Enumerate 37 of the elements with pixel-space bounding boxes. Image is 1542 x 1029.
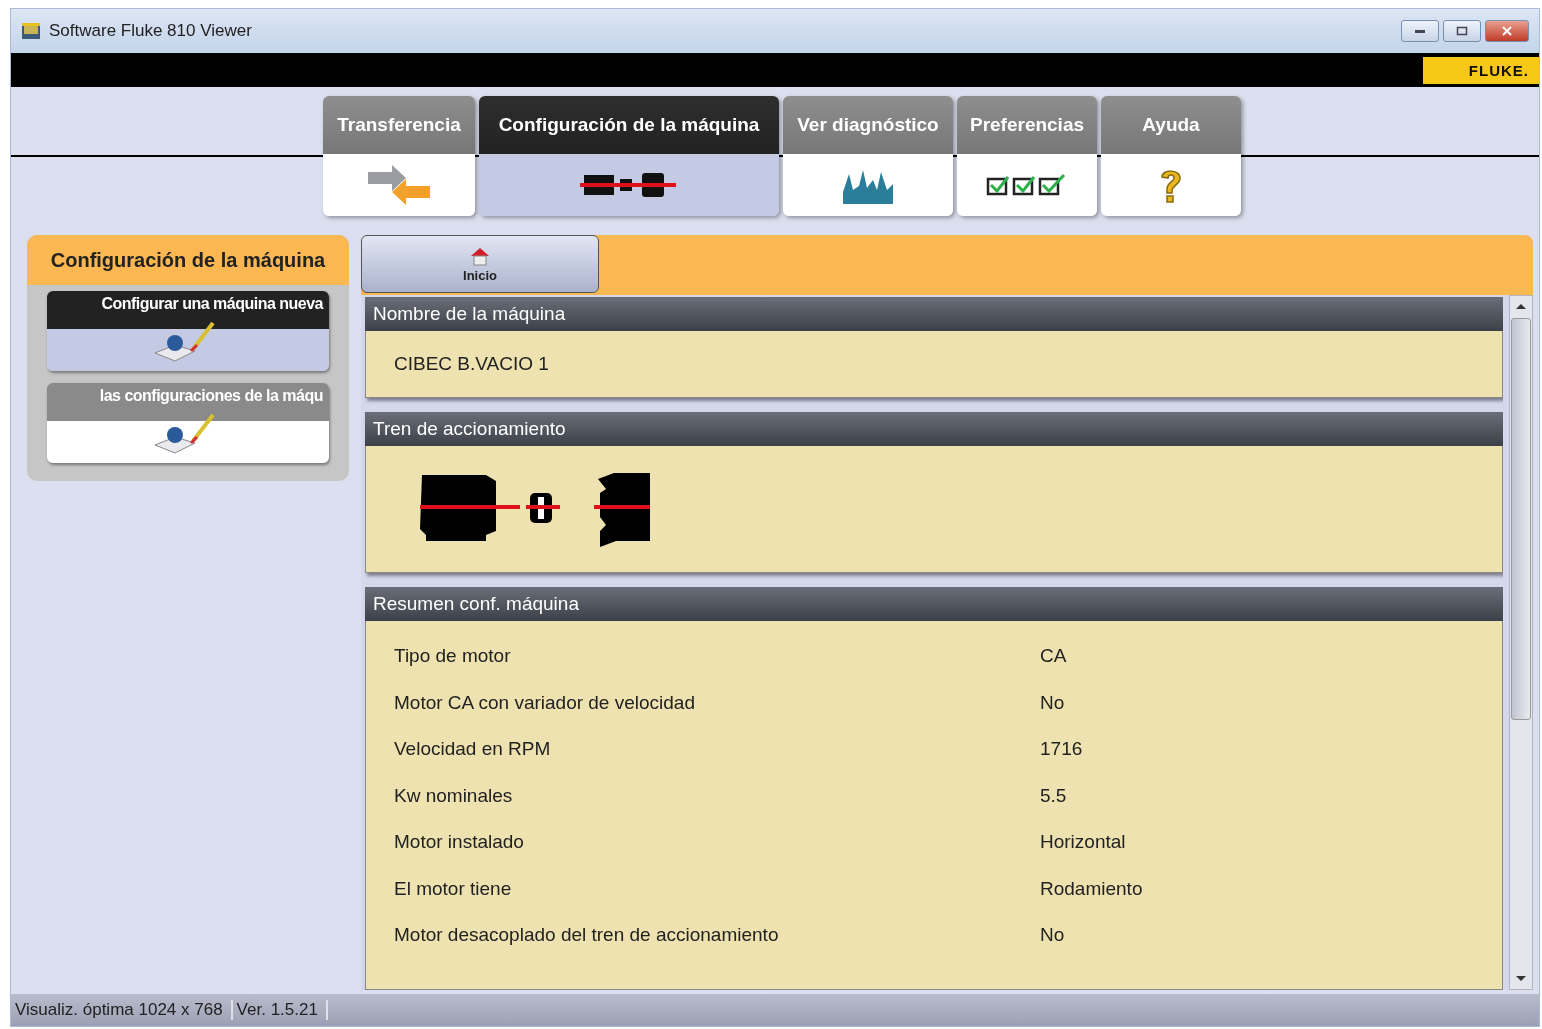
app-icon (21, 22, 41, 40)
arrows-icon (366, 164, 432, 206)
setting-label: Motor instalado (394, 831, 525, 854)
setting-value: Rodamiento (1040, 877, 1143, 900)
setting-value: No (1040, 691, 1065, 714)
status-text: Ver. 1.5.21 (232, 1000, 328, 1020)
window-title: Software Fluke 810 Viewer (49, 21, 252, 41)
section-header: Nombre de la máquina (365, 297, 1503, 331)
setting-label: Kw nominales (394, 784, 514, 807)
maximize-button[interactable] (1443, 20, 1481, 42)
section-header: Resumen conf. máquina (365, 587, 1503, 621)
status-text: Visualiz. óptima 1024 x 768 (11, 1000, 233, 1020)
brand-logo: FLUKE. (1422, 56, 1539, 84)
setting-value: CA (1040, 645, 1067, 668)
close-button[interactable] (1485, 20, 1529, 42)
setting-label: Velocidad en RPM (394, 738, 552, 761)
machine-name: CIBEC B.VACIO 1 (394, 353, 549, 375)
setting-value: 5.5 (1040, 784, 1067, 807)
setting-label: El motor tiene (394, 877, 513, 900)
scrollbar[interactable] (1509, 295, 1533, 990)
home-button[interactable]: Inicio (361, 235, 599, 293)
checkboxes-icon (986, 173, 1068, 197)
close-icon (1501, 26, 1513, 36)
minimize-icon (1414, 28, 1426, 34)
maximize-icon (1456, 26, 1468, 36)
setting-label: Motor desacoplado del tren de accionamiento (394, 924, 780, 947)
home-icon (469, 245, 491, 266)
setting-label: Motor CA con variador de velocidad (394, 691, 696, 714)
help-icon (1158, 167, 1184, 203)
section-header: Tren de accionamiento (365, 412, 1503, 446)
setting-label: Tipo de motor (394, 645, 512, 668)
minimize-button[interactable] (1401, 20, 1439, 42)
setting-value: Horizontal (1040, 831, 1126, 854)
machine-icon (580, 170, 678, 200)
sidebar-title: Configuración de la máquina (27, 235, 349, 285)
setting-value: No (1040, 924, 1065, 947)
setting-value: 1716 (1040, 738, 1083, 761)
